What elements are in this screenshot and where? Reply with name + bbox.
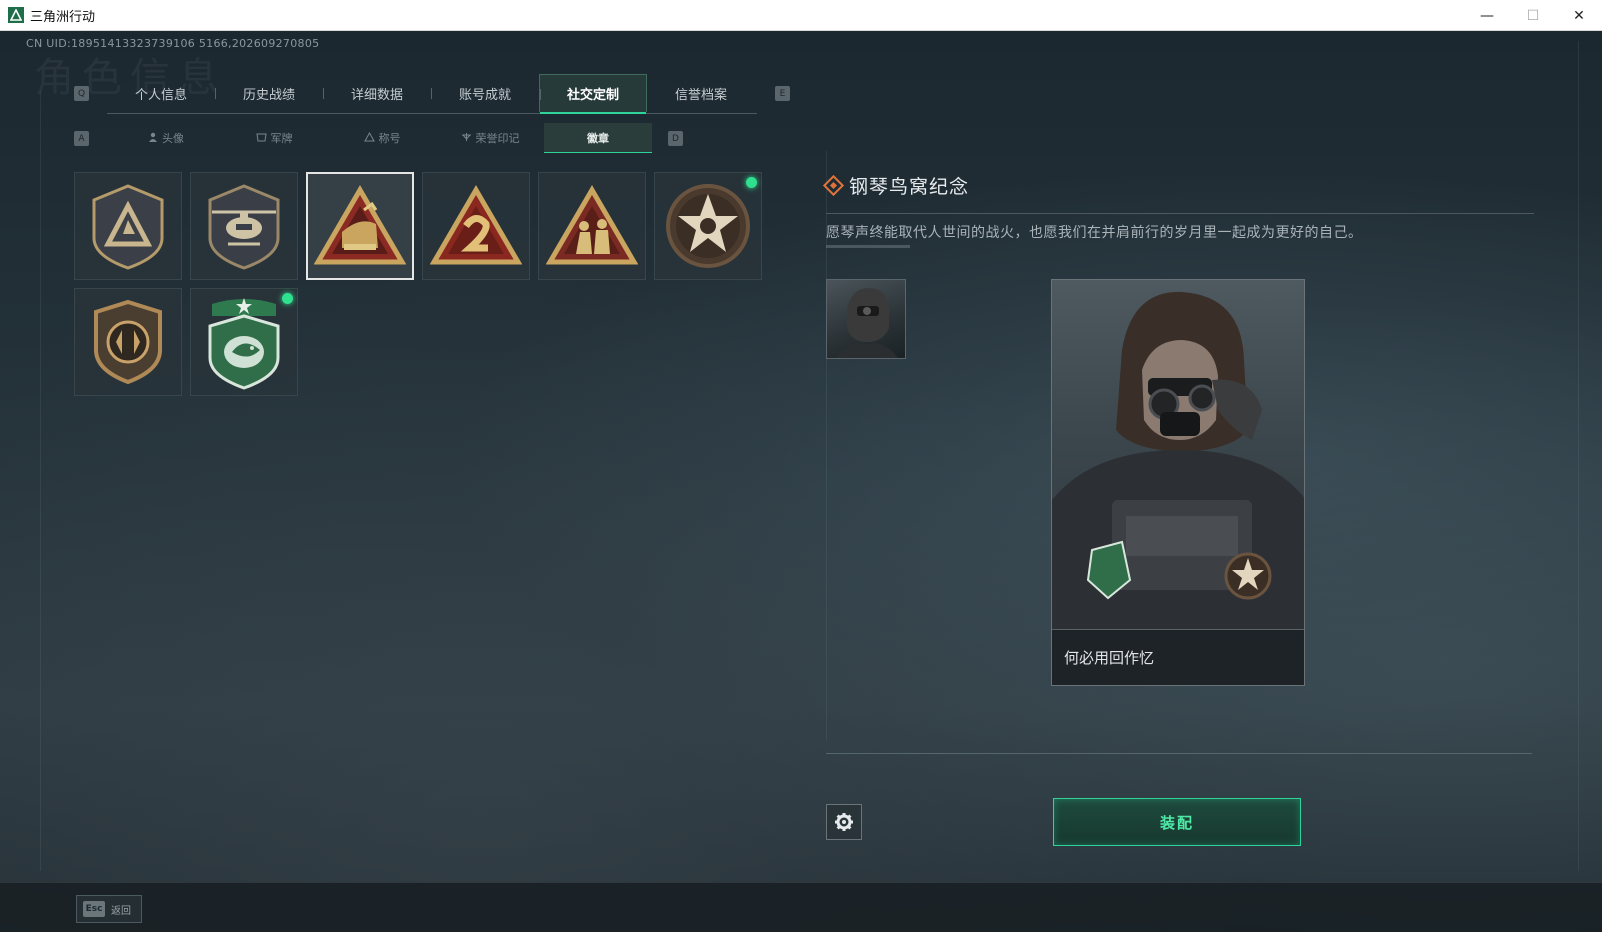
character-card-preview: 何必用回作忆: [1051, 279, 1305, 686]
settings-button[interactable]: [826, 804, 862, 840]
footer-bar: Esc 返回: [0, 882, 1602, 932]
subtab-badge[interactable]: 徽章: [544, 123, 652, 153]
window-title: 三角洲行动: [30, 9, 96, 25]
green-fish-badge-icon: [208, 298, 280, 390]
subtab-label: 头像: [162, 132, 184, 145]
esc-key-hint: Esc: [83, 901, 105, 917]
tab-social-custom[interactable]: 社交定制: [539, 74, 647, 114]
item-title-row: 钢琴鸟窝纪念: [822, 172, 970, 199]
title-divider: [826, 213, 1534, 214]
next-tab-key[interactable]: E: [775, 86, 790, 101]
app-logo-icon: [8, 7, 24, 23]
subtab-honor-mark[interactable]: 荣誉印记: [436, 123, 544, 153]
bronze-crest-badge-icon: [94, 299, 162, 385]
badge-slot-skull-star[interactable]: [654, 172, 762, 280]
subtab-label: 称号: [378, 132, 401, 145]
character-thumbnail[interactable]: [826, 279, 906, 359]
card-caption: 何必用回作忆: [1052, 629, 1304, 685]
soldiers-badge-icon: [546, 185, 638, 265]
tab-credit-record[interactable]: 信誉档案: [647, 74, 755, 112]
badge-slot-green-fish[interactable]: [190, 288, 298, 396]
user-uid: CN UID:18951413323739106 5166,2026092708…: [26, 37, 320, 50]
helicopter-badge-icon: [208, 184, 280, 270]
tab-match-history[interactable]: 历史战绩: [215, 74, 323, 112]
prev-subtab-key[interactable]: A: [74, 131, 89, 146]
number-two-badge-icon: [430, 185, 522, 265]
honor-icon: [461, 132, 472, 145]
minimize-button[interactable]: —: [1464, 0, 1510, 31]
badge-slot-piano[interactable]: [306, 172, 414, 280]
prev-tab-key[interactable]: Q: [74, 86, 89, 101]
game-viewport: 角色信息 CN UID:18951413323739106 5166,20260…: [0, 31, 1602, 932]
character-illustration-icon: [1052, 291, 1304, 632]
badge-slot-number-two[interactable]: [422, 172, 530, 280]
character-portrait-icon: [836, 288, 898, 358]
badge-slot-bronze-crest[interactable]: [74, 288, 182, 396]
tab-personal-info[interactable]: 个人信息: [107, 74, 215, 112]
item-description: 愿琴声终能取代人世间的战火，也愿我们在并肩前行的岁月里一起成为更好的自己。: [826, 225, 1363, 241]
gear-icon: [835, 813, 853, 831]
tab-achievements[interactable]: 账号成就: [431, 74, 539, 112]
skull-star-badge-icon: [666, 184, 750, 268]
subtab-avatar[interactable]: 头像: [112, 123, 220, 153]
tab-detailed-stats[interactable]: 详细数据: [323, 74, 431, 112]
next-subtab-key[interactable]: D: [668, 131, 683, 146]
window-titlebar: 三角洲行动 — ☐ ✕: [0, 0, 1602, 31]
description-underline: [826, 245, 910, 248]
maximize-button[interactable]: ☐: [1510, 0, 1556, 31]
title-icon: [363, 131, 375, 145]
diamond-icon: [822, 174, 845, 197]
frame-line: [40, 91, 41, 871]
subtab-label: 军牌: [270, 132, 293, 145]
main-tab-bar: 个人信息 历史战绩 详细数据 账号成就 社交定制 信誉档案: [107, 74, 757, 114]
subtab-label: 徽章: [587, 131, 609, 145]
panel-divider: [826, 753, 1532, 754]
piano-badge-icon: [314, 185, 406, 265]
close-button[interactable]: ✕: [1556, 0, 1602, 31]
person-icon: [148, 132, 158, 145]
dogtag-icon: [255, 132, 267, 145]
equip-button[interactable]: 装配: [1053, 798, 1301, 846]
back-button[interactable]: Esc 返回: [76, 895, 142, 923]
subtab-dogtag[interactable]: 军牌: [220, 123, 328, 153]
badge-slot-triangle-shield[interactable]: [74, 172, 182, 280]
new-indicator-dot: [746, 177, 757, 188]
frame-line: [1578, 41, 1579, 871]
subtab-label: 荣誉印记: [475, 132, 520, 145]
sub-tab-bar: 头像 军牌 称号 荣誉印记 徽章: [112, 123, 652, 153]
subtab-title[interactable]: 称号: [328, 123, 436, 153]
item-title: 钢琴鸟窝纪念: [849, 176, 970, 198]
badge-slot-soldiers[interactable]: [538, 172, 646, 280]
new-indicator-dot: [282, 293, 293, 304]
back-label: 返回: [111, 905, 131, 917]
badge-slot-helicopter[interactable]: [190, 172, 298, 280]
triangle-shield-badge-icon: [92, 184, 164, 270]
